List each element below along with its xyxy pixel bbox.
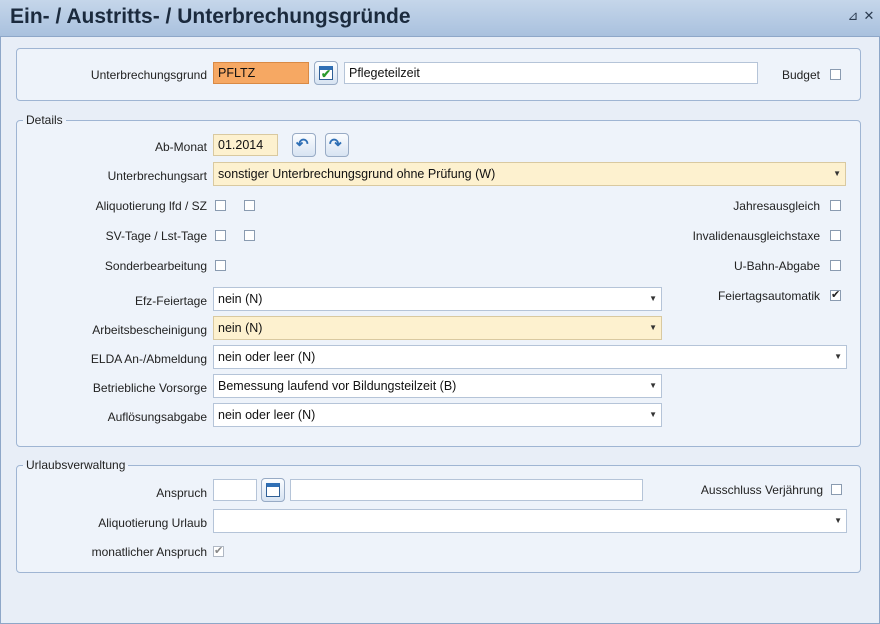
sv-tage-label: SV-Tage / Lst-Tage <box>105 229 207 243</box>
reason-code-input[interactable]: PFLTZ <box>213 62 309 84</box>
ab-monat-input[interactable]: 01.2014 <box>213 134 278 156</box>
invaliden-label: Invalidenausgleichstaxe <box>692 229 820 243</box>
budget-checkbox[interactable] <box>830 69 841 80</box>
arbeitsbescheinigung-label: Arbeitsbescheinigung <box>92 323 207 337</box>
anspruch-text-input[interactable] <box>290 479 643 501</box>
ubahn-label: U-Bahn-Abgabe <box>733 259 820 273</box>
anspruch-input[interactable] <box>213 479 257 501</box>
chevron-down-icon: ▼ <box>649 410 657 419</box>
forward-button[interactable]: ↷ <box>325 133 349 157</box>
ubahn-checkbox[interactable] <box>830 260 841 271</box>
aliquotierung-label: Aliquotierung lfd / SZ <box>95 199 207 213</box>
anspruch-label: Anspruch <box>156 486 207 500</box>
chevron-down-icon: ▼ <box>834 352 842 361</box>
back-button[interactable]: ↶ <box>292 133 316 157</box>
jahresausgleich-label: Jahresausgleich <box>733 199 820 213</box>
lookup-button[interactable]: ✔ <box>314 61 338 85</box>
aliquotierung-urlaub-label: Aliquotierung Urlaub <box>98 516 207 530</box>
chevron-down-icon: ▼ <box>649 381 657 390</box>
invaliden-checkbox[interactable] <box>830 230 841 241</box>
chevron-down-icon: ▼ <box>649 294 657 303</box>
feiertagsautomatik-label: Feiertagsautomatik <box>717 289 820 303</box>
urlaub-legend: Urlaubsverwaltung <box>26 458 126 472</box>
sonderbearbeitung-label: Sonderbearbeitung <box>104 259 207 273</box>
close-icon[interactable]: ✕ <box>862 9 876 23</box>
sv-tage-checkbox[interactable] <box>215 230 226 241</box>
aliquotierung-lfd-checkbox[interactable] <box>215 200 226 211</box>
betriebliche-vorsorge-label: Betriebliche Vorsorge <box>92 381 207 395</box>
elda-label: ELDA An-/Abmeldung <box>90 352 207 366</box>
forward-arrow-icon: ↷ <box>329 136 342 153</box>
aliquotierung-sz-checkbox[interactable] <box>244 200 255 211</box>
window-titlebar: Ein- / Austritts- / Unterbrechungsgründe… <box>0 0 880 37</box>
pin-icon[interactable]: ⊿ <box>846 9 860 23</box>
check-icon: ✔ <box>321 67 332 81</box>
jahresausgleich-checkbox[interactable] <box>830 200 841 211</box>
back-arrow-icon: ↶ <box>296 136 309 153</box>
efz-label: Efz-Feiertage <box>134 294 207 308</box>
dialog-body: Unterbrechungsgrund PFLTZ ✔ Pflegeteilze… <box>0 37 880 624</box>
window-title: Ein- / Austritts- / Unterbrechungsgründe <box>10 5 411 28</box>
efz-select[interactable]: nein (N) ▼ <box>213 287 662 311</box>
monatlicher-anspruch-label: monatlicher Anspruch <box>91 545 207 559</box>
calendar-icon <box>266 483 280 497</box>
efz-value: nein (N) <box>218 292 263 306</box>
lst-tage-checkbox[interactable] <box>244 230 255 241</box>
arbeitsbescheinigung-value: nein (N) <box>218 321 263 335</box>
chevron-down-icon: ▼ <box>834 516 842 525</box>
unterbrechungsart-value: sonstiger Unterbrechungsgrund ohne Prüfu… <box>218 167 496 181</box>
aufloesungsabgabe-value: nein oder leer (N) <box>218 408 316 422</box>
unterbrechungsart-label: Unterbrechungsart <box>107 169 207 183</box>
chevron-down-icon: ▼ <box>833 169 841 178</box>
betriebliche-vorsorge-select[interactable]: Bemessung laufend vor Bildungsteilzeit (… <box>213 374 662 398</box>
arbeitsbescheinigung-select[interactable]: nein (N) ▼ <box>213 316 662 340</box>
chevron-down-icon: ▼ <box>649 323 657 332</box>
betriebliche-vorsorge-value: Bemessung laufend vor Bildungsteilzeit (… <box>218 379 457 393</box>
aufloesungsabgabe-label: Auflösungsabgabe <box>107 410 207 424</box>
reason-label: Unterbrechungsgrund <box>90 68 207 82</box>
feiertagsautomatik-checkbox[interactable]: ✔ <box>830 290 841 301</box>
budget-label: Budget <box>781 68 820 82</box>
sonderbearbeitung-checkbox[interactable] <box>215 260 226 271</box>
ab-monat-label: Ab-Monat <box>154 140 207 154</box>
details-legend: Details <box>26 113 63 127</box>
elda-select[interactable]: nein oder leer (N) ▼ <box>213 345 847 369</box>
monatlicher-anspruch-checkbox[interactable]: ✔ <box>213 546 224 557</box>
anspruch-lookup-button[interactable] <box>261 478 285 502</box>
ausschluss-checkbox[interactable] <box>831 484 842 495</box>
aliquotierung-urlaub-select[interactable]: ▼ <box>213 509 847 533</box>
aufloesungsabgabe-select[interactable]: nein oder leer (N) ▼ <box>213 403 662 427</box>
ausschluss-label: Ausschluss Verjährung <box>700 483 823 497</box>
elda-value: nein oder leer (N) <box>218 350 316 364</box>
reason-text-input[interactable]: Pflegeteilzeit <box>344 62 758 84</box>
unterbrechungsart-select[interactable]: sonstiger Unterbrechungsgrund ohne Prüfu… <box>213 162 846 186</box>
